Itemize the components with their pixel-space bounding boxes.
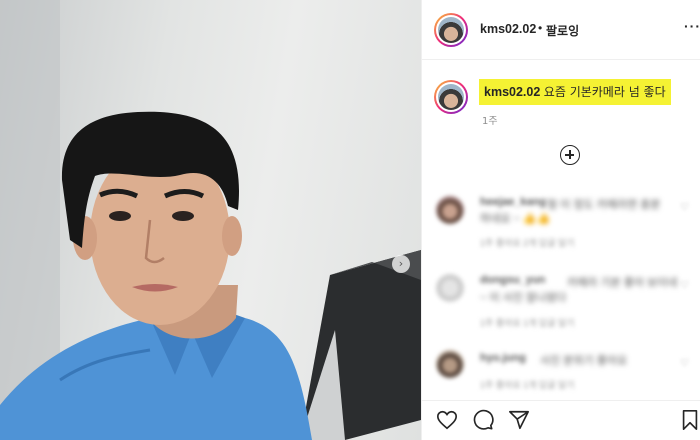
share-icon[interactable] (508, 409, 530, 431)
comment-meta[interactable]: 1주 좋아요 1개 답글 달기 (480, 378, 575, 391)
comment-text-cont: 하네요 ~ 👍👍 (480, 213, 551, 225)
commenter-avatar[interactable] (436, 350, 464, 378)
author-username[interactable]: kms02.02 (480, 22, 536, 36)
caption-text: 요즘 기본카메라 넘 좋다 (543, 85, 666, 99)
comment-text: 사진 분위기 좋아요 (540, 355, 628, 367)
caption-username[interactable]: kms02.02 (484, 85, 540, 99)
commenter-avatar[interactable] (436, 196, 464, 224)
more-options-icon[interactable]: ··· (684, 18, 700, 34)
comment-heart-icon[interactable]: ♡ (680, 358, 689, 369)
comment-text-cont: ~ 이 사진 잘나왔다 (480, 292, 567, 304)
caption-avatar[interactable] (434, 80, 468, 114)
selfie-illustration (0, 0, 421, 440)
commenter-avatar[interactable] (436, 274, 464, 302)
comment-meta[interactable]: 1주 좋아요 1개 답글 달기 (480, 316, 575, 329)
comment-heart-icon[interactable]: ♡ (680, 280, 689, 291)
bookmark-icon[interactable] (679, 409, 700, 431)
comment-meta[interactable]: 1주 좋아요 2개 답글 달기 (480, 236, 575, 249)
comment-text: 카메라 기본 좋아 보이네 (567, 277, 678, 289)
comment-item: dongsu_yun 카메라 기본 좋아 보이네 ~ 이 사진 잘나왔다 1주 … (422, 270, 700, 350)
comment-text: 형 이 정도 카메라면 충분 (547, 199, 661, 211)
post-side-panel: kms02.02 • 팔로잉 ··· kms02.02 요즘 기본카메라 넘 좋… (421, 0, 700, 440)
comment-item: heejae_kang 형 이 정도 카메라면 충분 하네요 ~ 👍👍 1주 좋… (422, 190, 700, 270)
author-avatar[interactable] (434, 13, 468, 47)
caption-timestamp[interactable]: 1주 (482, 112, 498, 127)
comment-username[interactable]: heejae_kang (480, 196, 546, 208)
following-button[interactable]: 팔로잉 (546, 22, 579, 39)
caption-highlight: kms02.02 요즘 기본카메라 넘 좋다 (479, 79, 671, 105)
action-bar (422, 400, 700, 440)
post-photo[interactable]: › (0, 0, 421, 440)
comment-heart-icon[interactable]: ♡ (680, 202, 689, 213)
comment-username[interactable]: dongsu_yun (480, 274, 545, 286)
plus-circle-icon[interactable] (560, 145, 580, 165)
comment-username[interactable]: hyo.jung (480, 352, 526, 364)
post-header: kms02.02 • 팔로잉 ··· (422, 0, 700, 60)
separator-dot: • (538, 21, 543, 35)
carousel-next-button[interactable]: › (392, 255, 410, 273)
comment-icon[interactable] (472, 409, 494, 431)
heart-icon[interactable] (436, 409, 458, 431)
